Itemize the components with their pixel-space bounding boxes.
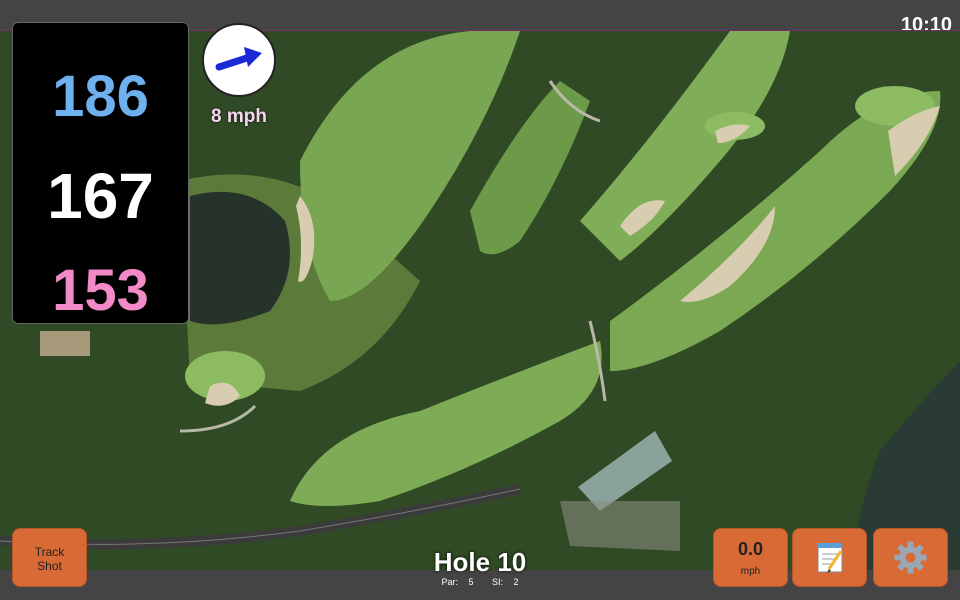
- track-shot-label-line2: Shot: [37, 559, 62, 573]
- par-info: Par: 5: [437, 577, 477, 587]
- notepad-icon: [817, 543, 843, 573]
- settings-button[interactable]: [873, 528, 948, 587]
- middle-yardage: 167: [47, 160, 154, 232]
- arrow-east-icon: [215, 47, 262, 71]
- hole-title: Hole 10: [433, 547, 527, 577]
- si-label: SI:: [492, 577, 504, 587]
- wind-indicator: [202, 23, 276, 97]
- track-shot-button[interactable]: Track Shot: [12, 528, 87, 587]
- gear-icon: [894, 541, 927, 574]
- yardage-panel: 186 167 153: [12, 22, 189, 324]
- speed-button[interactable]: 0.0 mph: [713, 528, 788, 587]
- track-shot-label-line1: Track: [34, 545, 65, 559]
- hole-info: Par: 5 SI: 2: [400, 577, 560, 587]
- back-yardage: 186: [52, 64, 149, 129]
- speed-value: 0.0: [737, 539, 764, 559]
- speed-unit: mph: [740, 566, 761, 577]
- front-yardage: 153: [52, 258, 149, 323]
- par-label: Par:: [441, 577, 458, 587]
- si-info: SI: 2: [488, 577, 523, 587]
- wind-speed: 8 mph: [202, 106, 276, 128]
- notes-button[interactable]: [792, 528, 867, 587]
- wind-speed-value: 8 mph: [211, 106, 267, 127]
- par-value: 5: [468, 577, 474, 587]
- si-value: 2: [513, 577, 519, 587]
